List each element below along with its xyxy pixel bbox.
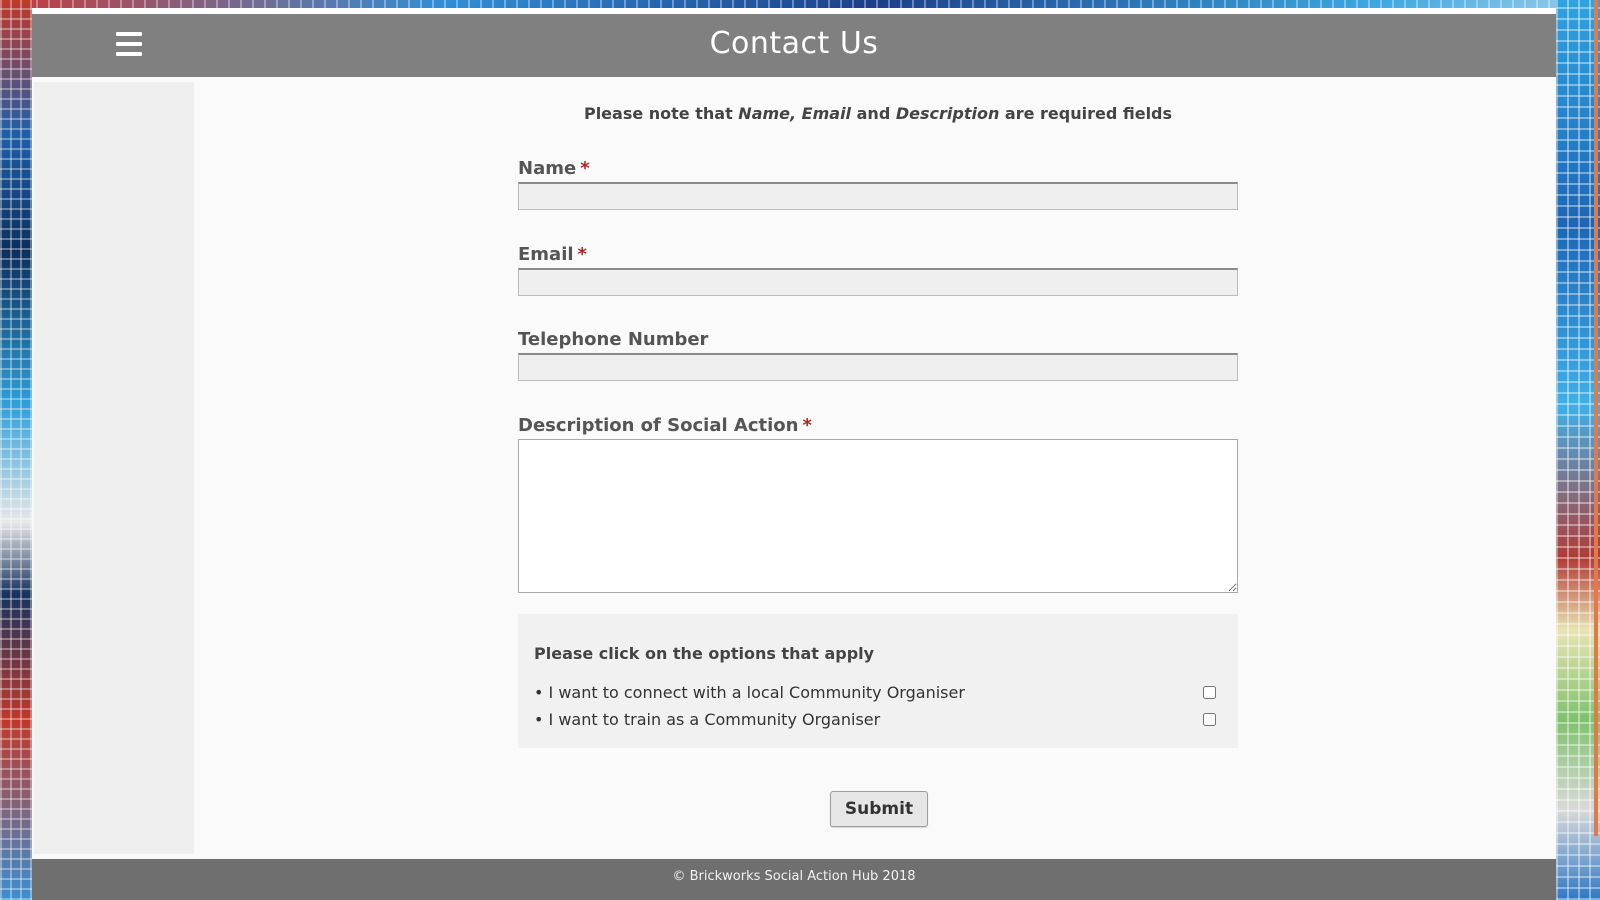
required-fields-note: Please note that Name, Email and Descrip… (518, 104, 1238, 123)
page-container: Contact Us Please note that Name, Email … (32, 8, 1556, 900)
copyright-text: © Brickworks Social Action Hub 2018 (672, 869, 916, 884)
page-title: Contact Us (709, 26, 879, 61)
name-field-group: Name * (518, 158, 1238, 210)
note-description: Description (895, 104, 1000, 123)
note-prefix: Please note that (583, 104, 733, 123)
note-email: Email (801, 104, 852, 123)
required-marker: * (802, 415, 812, 436)
name-label-text: Name (518, 158, 577, 179)
email-field-group: Email * (518, 244, 1238, 296)
note-suffix: are required fields (1004, 104, 1173, 123)
options-panel: Please click on the options that apply •… (518, 614, 1238, 748)
required-marker: * (577, 244, 587, 265)
telephone-label: Telephone Number (518, 329, 1238, 351)
mosaic-right-strip (1556, 0, 1600, 900)
email-label-text: Email (518, 244, 574, 265)
note-and: and (856, 104, 891, 123)
telephone-field-group: Telephone Number (518, 329, 1238, 381)
options-title: Please click on the options that apply (534, 644, 875, 663)
description-label-text: Description of Social Action (518, 415, 799, 436)
sidebar (34, 82, 194, 854)
telephone-label-text: Telephone Number (518, 329, 709, 350)
mosaic-left-strip (0, 0, 32, 900)
name-input[interactable] (518, 182, 1238, 210)
contact-form: Please note that Name, Email and Descrip… (518, 82, 1238, 827)
option-connect-organiser: • I want to connect with a local Communi… (534, 683, 1222, 710)
note-name: Name (738, 104, 791, 123)
email-input[interactable] (518, 268, 1238, 296)
site-header: Contact Us (32, 14, 1556, 77)
description-textarea[interactable] (518, 439, 1238, 593)
description-label: Description of Social Action * (518, 415, 1238, 437)
option-label: • I want to connect with a local Communi… (534, 683, 965, 702)
email-label: Email * (518, 244, 1238, 266)
submit-button[interactable]: Submit (830, 791, 928, 827)
option-label: • I want to train as a Community Organis… (534, 710, 881, 729)
connect-organiser-checkbox[interactable] (1203, 686, 1216, 699)
telephone-input[interactable] (518, 353, 1238, 381)
required-marker: * (580, 158, 590, 179)
name-label: Name * (518, 158, 1238, 180)
note-sep: , (790, 104, 797, 123)
site-footer: © Brickworks Social Action Hub 2018 (32, 859, 1556, 900)
option-train-organiser: • I want to train as a Community Organis… (534, 710, 1222, 737)
description-field-group: Description of Social Action * (518, 415, 1238, 593)
train-organiser-checkbox[interactable] (1203, 713, 1216, 726)
